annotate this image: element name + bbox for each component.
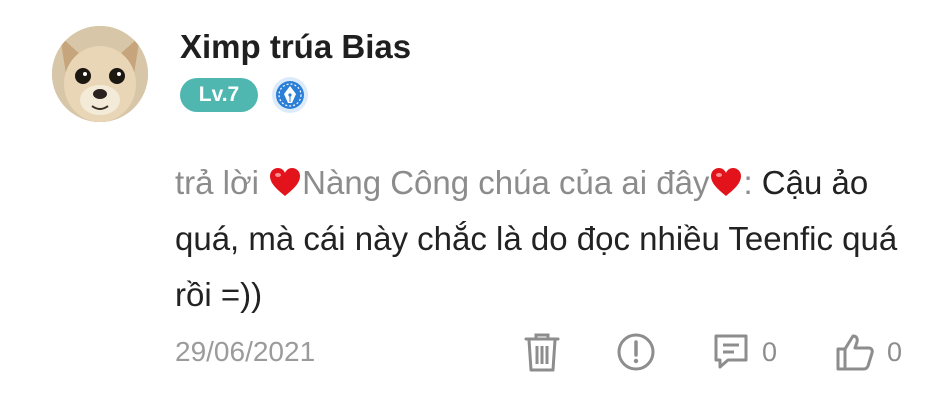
reply-button[interactable]: 0 xyxy=(712,330,777,374)
like-count: 0 xyxy=(887,336,903,367)
reply-label: trả lời xyxy=(175,164,259,201)
pen-nib-badge-icon xyxy=(271,76,309,114)
report-icon xyxy=(617,333,655,371)
like-button[interactable]: 0 xyxy=(835,330,902,374)
comment-item: Ximp trúa Bias Lv.7 trả lời Nàng Công ch… xyxy=(0,0,945,405)
reply-to-name[interactable]: Nàng Công chúa của ai đây xyxy=(302,164,709,201)
report-button[interactable] xyxy=(616,330,656,374)
heart-icon xyxy=(268,159,302,196)
trash-icon xyxy=(524,333,560,372)
delete-button[interactable] xyxy=(524,330,560,374)
comment-content: trả lời Nàng Công chúa của ai đây: Cậu ả… xyxy=(175,155,915,323)
reply-count: 0 xyxy=(762,336,778,367)
username[interactable]: Ximp trúa Bias xyxy=(180,28,411,66)
level-badge: Lv.7 xyxy=(180,78,258,112)
heart-icon xyxy=(709,159,743,196)
chihuahua-avatar-icon xyxy=(52,26,148,122)
avatar[interactable] xyxy=(52,26,148,122)
comment-date: 29/06/2021 xyxy=(175,336,316,367)
reply-separator: : xyxy=(743,164,753,201)
comment-icon xyxy=(714,334,748,369)
thumbs-up-icon xyxy=(836,334,874,371)
